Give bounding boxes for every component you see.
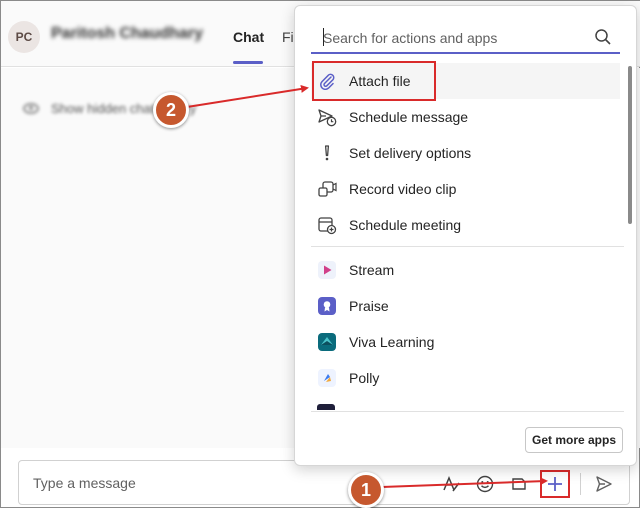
app-item-viva-learning[interactable]: Viva Learning xyxy=(311,324,620,360)
app-item-polly[interactable]: Polly xyxy=(311,360,620,396)
contact-name: Paritosh Chaudhary xyxy=(51,25,204,42)
menu-item-record-video-clip[interactable]: Record video clip xyxy=(311,171,620,207)
loop-icon xyxy=(512,478,526,490)
app-frame: PC Paritosh Chaudhary Chat Fil Show hidd… xyxy=(0,0,640,508)
send-button[interactable] xyxy=(591,471,617,497)
avatar[interactable]: PC xyxy=(8,21,40,53)
menu-item-label: Schedule meeting xyxy=(349,217,462,233)
menu-item-label: Record video clip xyxy=(349,181,457,197)
actions-apps-popup: Attach file Schedule message Set deliver… xyxy=(294,5,637,466)
search-icon[interactable] xyxy=(594,28,612,46)
text-caret xyxy=(323,28,324,46)
praise-icon xyxy=(317,296,337,316)
tab-chat[interactable]: Chat xyxy=(233,29,264,45)
send-icon xyxy=(596,476,612,492)
eye-icon xyxy=(23,103,39,114)
menu-item-schedule-message[interactable]: Schedule message xyxy=(311,99,620,135)
loop-button[interactable] xyxy=(506,471,532,497)
menu-item-label: Polly xyxy=(349,370,380,386)
menu-item-set-delivery-options[interactable]: Set delivery options xyxy=(311,135,620,171)
search-box[interactable] xyxy=(311,22,620,54)
message-input[interactable]: Type a message xyxy=(33,475,136,491)
menu-item-label: Viva Learning xyxy=(349,334,435,350)
menu-separator xyxy=(311,246,624,247)
toolbar-divider xyxy=(580,473,581,495)
viva-learning-icon xyxy=(317,332,337,352)
search-input[interactable] xyxy=(323,26,583,50)
polly-icon xyxy=(317,368,337,388)
plus-icon xyxy=(548,477,562,491)
menu-item-label: Schedule message xyxy=(349,109,469,125)
app-item-partial xyxy=(317,404,335,410)
get-more-apps-button[interactable]: Get more apps xyxy=(525,427,623,453)
step-1-badge: 1 xyxy=(348,472,384,508)
app-item-stream[interactable]: Stream xyxy=(311,252,620,288)
emoji-icon xyxy=(476,475,494,493)
app-item-praise[interactable]: Praise xyxy=(311,288,620,324)
menu-item-schedule-meeting[interactable]: Schedule meeting xyxy=(311,207,620,243)
stream-icon xyxy=(317,260,337,280)
menu-item-label: Set delivery options xyxy=(349,145,472,161)
emoji-button[interactable] xyxy=(472,471,498,497)
calendar-add-icon xyxy=(317,215,337,235)
video-clip-icon xyxy=(317,179,337,199)
composer-toolbar xyxy=(438,470,617,498)
tab-active-indicator xyxy=(233,61,263,64)
attach-file-highlight xyxy=(312,61,436,101)
message-composer[interactable]: Type a message xyxy=(18,460,630,505)
format-button[interactable] xyxy=(438,471,464,497)
menu-item-label: Praise xyxy=(349,298,389,314)
send-clock-icon xyxy=(317,107,337,127)
popup-scrollbar[interactable] xyxy=(628,66,632,224)
step-2-badge: 2 xyxy=(153,92,189,128)
actions-and-apps-button[interactable] xyxy=(540,470,570,498)
exclamation-icon xyxy=(317,143,337,163)
menu-item-label: Stream xyxy=(349,262,395,278)
format-icon xyxy=(443,476,460,492)
menu-separator xyxy=(311,411,624,412)
